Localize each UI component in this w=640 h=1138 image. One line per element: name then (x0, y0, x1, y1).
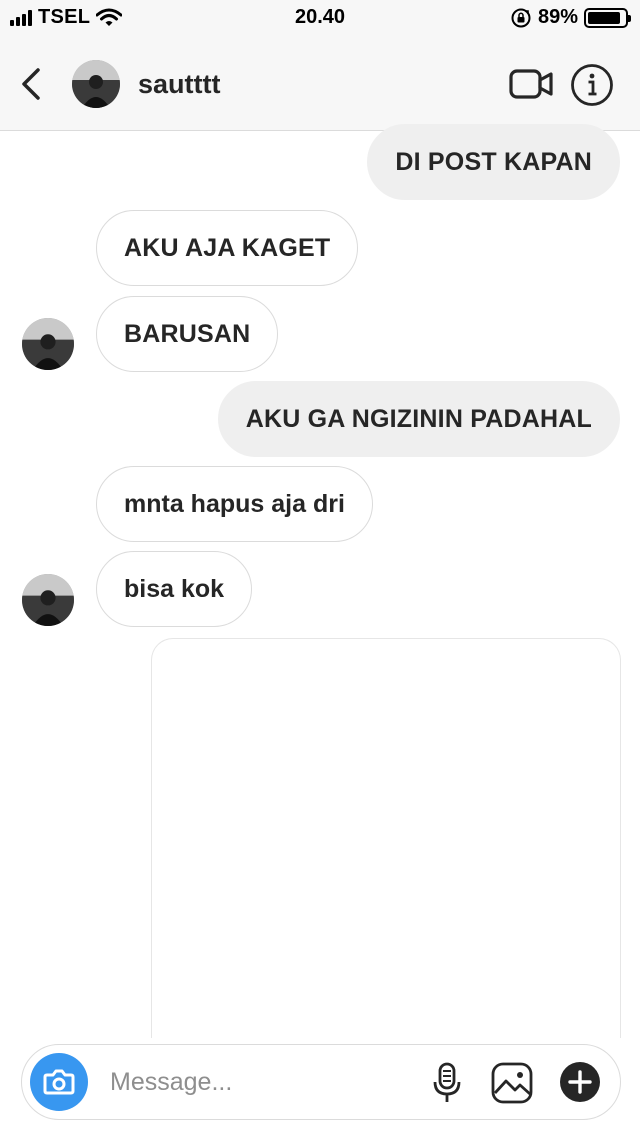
info-icon[interactable] (570, 63, 614, 107)
orientation-lock-icon (511, 8, 531, 27)
message-input[interactable] (110, 1059, 410, 1105)
plus-icon[interactable] (559, 1061, 601, 1103)
status-bar: TSEL 20.40 89% (0, 0, 640, 36)
message-composer (21, 1044, 621, 1120)
avatar-photo (72, 60, 120, 108)
camera-icon (43, 1069, 75, 1095)
message-bubble-received[interactable]: mnta hapus aja dri (96, 466, 373, 542)
status-right: 89% (510, 6, 631, 29)
avatar[interactable] (22, 318, 74, 370)
message-bubble-received[interactable]: bisa kok (96, 551, 253, 627)
back-chevron-icon[interactable] (16, 64, 46, 104)
avatar-photo (22, 318, 74, 370)
avatar[interactable] (72, 60, 120, 108)
battery-icon (584, 7, 631, 28)
chat-username[interactable]: sautttt (138, 69, 221, 100)
video-call-icon[interactable] (508, 66, 554, 102)
battery-percent: 89% (537, 6, 578, 28)
shared-media-card[interactable] (151, 638, 621, 1038)
message-bubble-sent[interactable]: DI POST KAPAN (367, 124, 620, 200)
message-bubble-sent[interactable]: AKU GA NGIZININ PADAHAL (217, 381, 620, 457)
avatar-photo (22, 574, 74, 626)
camera-button[interactable] (30, 1053, 88, 1111)
microphone-icon[interactable] (430, 1061, 464, 1105)
avatar[interactable] (22, 574, 74, 626)
message-bubble-received[interactable]: BARUSAN (96, 296, 279, 372)
gallery-icon[interactable] (490, 1061, 534, 1105)
battery-fill (588, 11, 621, 24)
chat-header: sautttt (0, 36, 640, 131)
message-bubble-received[interactable]: AKU AJA KAGET (96, 210, 359, 286)
